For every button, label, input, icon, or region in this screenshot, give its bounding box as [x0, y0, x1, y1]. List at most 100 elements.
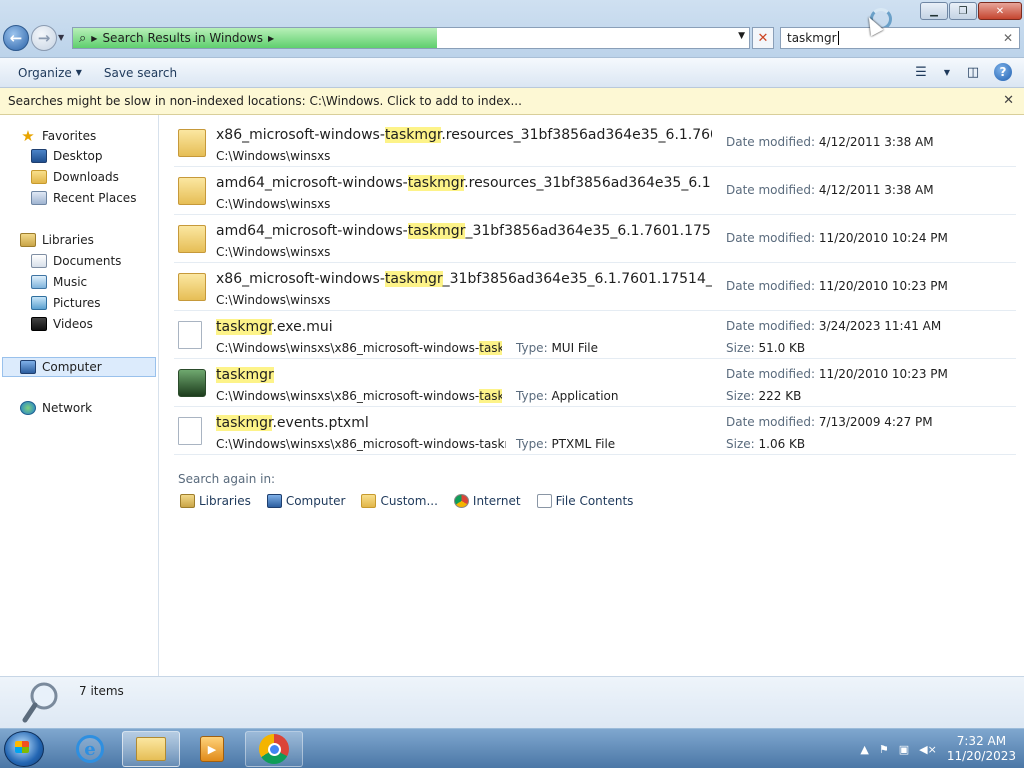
- item-name: x86_microsoft-windows-taskmgr_31bf3856ad…: [216, 271, 712, 287]
- item-date: Date modified: 11/20/2010 10:23 PM: [726, 367, 948, 381]
- save-search-button[interactable]: Save search: [96, 66, 185, 80]
- item-type: Type: Application: [516, 389, 619, 403]
- taskbar: e ▶ ▲ ⚑ ▣ ◀× 7:32 AM 11/20/2023: [0, 728, 1024, 768]
- search-again-options: Libraries Computer Custom... Internet Fi…: [180, 494, 633, 508]
- clock-date: 11/20/2023: [946, 749, 1016, 763]
- network-status-icon[interactable]: ▣: [899, 743, 909, 756]
- action-center-flag-icon[interactable]: ⚑: [879, 743, 889, 756]
- text-cursor: [837, 31, 839, 45]
- command-bar: Organize ▼ Save search ☰ ▼ ◫ ?: [0, 58, 1024, 88]
- item-path: C:\Windows\winsxs: [216, 149, 331, 163]
- change-view-icon[interactable]: ☰: [910, 62, 932, 82]
- search-again-file-contents[interactable]: File Contents: [536, 494, 633, 508]
- list-item[interactable]: amd64_microsoft-windows-taskmgr.resource…: [174, 167, 1016, 215]
- list-item[interactable]: amd64_microsoft-windows-taskmgr_31bf3856…: [174, 215, 1016, 263]
- list-item[interactable]: x86_microsoft-windows-taskmgr_31bf3856ad…: [174, 263, 1016, 311]
- taskbar-internet-explorer[interactable]: e: [61, 731, 119, 767]
- nav-videos[interactable]: Videos: [31, 317, 93, 331]
- nav-label: Downloads: [53, 170, 119, 184]
- nav-desktop[interactable]: Desktop: [31, 149, 103, 163]
- breadcrumb-chevron-icon[interactable]: ▶: [268, 34, 274, 43]
- stop-search-button[interactable]: ✕: [752, 27, 774, 49]
- list-item[interactable]: taskmgr.events.ptxml C:\Windows\winsxs\x…: [174, 407, 1016, 455]
- nav-documents[interactable]: Documents: [31, 254, 121, 268]
- search-again-libraries[interactable]: Libraries: [180, 494, 251, 508]
- file-icon: [178, 417, 202, 445]
- nav-network[interactable]: Network: [20, 401, 92, 415]
- address-bar[interactable]: ⌕ ▶ Search Results in Windows ▶ ▼: [72, 27, 750, 49]
- videos-icon: [31, 317, 47, 331]
- item-name: taskmgr.exe.mui: [216, 319, 333, 335]
- item-date: Date modified: 11/20/2010 10:24 PM: [726, 231, 948, 245]
- organize-button[interactable]: Organize ▼: [10, 66, 90, 80]
- clear-search-icon[interactable]: ✕: [1003, 31, 1013, 45]
- media-player-icon: ▶: [200, 736, 224, 762]
- preview-pane-icon[interactable]: ◫: [962, 62, 984, 82]
- nav-label: Network: [42, 401, 93, 415]
- close-info-bar-icon[interactable]: ✕: [1003, 93, 1014, 108]
- search-input-value: taskmgr: [787, 31, 837, 45]
- index-info-bar[interactable]: Searches might be slow in non-indexed lo…: [0, 88, 1024, 115]
- nav-music[interactable]: Music: [31, 275, 87, 289]
- recent-pages-dropdown[interactable]: ▼: [58, 33, 64, 42]
- search-again-computer[interactable]: Computer: [266, 494, 345, 508]
- list-item[interactable]: taskmgr C:\Windows\winsxs\x86_microsoft-…: [174, 359, 1016, 407]
- forward-button[interactable]: →: [31, 25, 57, 51]
- volume-icon[interactable]: ◀×: [919, 743, 937, 756]
- info-bar-message: Searches might be slow in non-indexed lo…: [8, 94, 522, 108]
- search-again-custom[interactable]: Custom...: [361, 494, 438, 508]
- item-path: C:\Windows\winsxs: [216, 245, 331, 259]
- documents-icon: [31, 254, 47, 268]
- nav-label: Desktop: [53, 149, 103, 163]
- organize-label: Organize: [18, 65, 72, 80]
- computer-icon: [20, 360, 36, 374]
- folder-icon: [178, 129, 206, 157]
- nav-libraries[interactable]: Libraries: [20, 233, 94, 247]
- nav-label: Computer: [42, 360, 102, 374]
- list-item[interactable]: x86_microsoft-windows-taskmgr.resources_…: [174, 119, 1016, 167]
- nav-favorites[interactable]: ★ Favorites: [20, 128, 96, 144]
- search-input[interactable]: taskmgr ✕: [780, 27, 1020, 49]
- view-options-chevron-icon[interactable]: ▼: [942, 62, 952, 82]
- taskbar-chrome[interactable]: [245, 731, 303, 767]
- breadcrumb-search-results[interactable]: Search Results in Windows: [102, 31, 263, 45]
- minimize-button[interactable]: ▁: [920, 2, 948, 20]
- nav-label: Pictures: [53, 296, 101, 310]
- navigation-pane: ★ Favorites Desktop Downloads Recent Pla…: [0, 115, 159, 676]
- item-size: Size: 222 KB: [726, 389, 802, 403]
- maximize-button[interactable]: ❐: [949, 2, 977, 20]
- breadcrumb-separator-icon[interactable]: ▶: [91, 34, 97, 43]
- search-again-internet[interactable]: Internet: [453, 494, 521, 508]
- downloads-folder-icon: [31, 170, 47, 184]
- chrome-icon: [259, 734, 289, 764]
- item-path: C:\Windows\winsxs\x86_microsoft-windows-…: [216, 389, 502, 403]
- item-name: taskmgr.events.ptxml: [216, 415, 369, 431]
- nav-computer[interactable]: Computer: [2, 357, 156, 377]
- file-contents-icon: [536, 494, 552, 508]
- search-again-label: Search again in:: [178, 472, 276, 486]
- back-button[interactable]: ←: [3, 25, 29, 51]
- nav-label: Music: [53, 275, 88, 289]
- taskbar-media-player[interactable]: ▶: [183, 731, 241, 767]
- taskbar-windows-explorer[interactable]: [122, 731, 180, 767]
- search-results-list: x86_microsoft-windows-taskmgr.resources_…: [160, 115, 1024, 676]
- details-pane: 7 items: [0, 676, 1024, 728]
- show-hidden-icons-icon[interactable]: ▲: [860, 743, 868, 756]
- list-item[interactable]: taskmgr.exe.mui C:\Windows\winsxs\x86_mi…: [174, 311, 1016, 359]
- item-type: Type: MUI File: [516, 341, 599, 355]
- nav-downloads[interactable]: Downloads: [31, 170, 119, 184]
- clock[interactable]: 7:32 AM 11/20/2023: [947, 734, 1016, 764]
- nav-pictures[interactable]: Pictures: [31, 296, 101, 310]
- close-button[interactable]: ✕: [978, 2, 1022, 20]
- chevron-down-icon: ▼: [75, 68, 82, 77]
- help-icon[interactable]: ?: [994, 63, 1012, 81]
- nav-recent-places[interactable]: Recent Places: [31, 191, 136, 205]
- item-date: Date modified: 11/20/2010 10:23 PM: [726, 279, 948, 293]
- option-label: Custom...: [380, 494, 438, 508]
- item-size: Size: 51.0 KB: [726, 341, 806, 355]
- address-dropdown-icon[interactable]: ▼: [738, 31, 745, 41]
- item-path: C:\Windows\winsxs: [216, 197, 331, 211]
- system-tray: ▲ ⚑ ▣ ◀× 7:32 AM 11/20/2023: [860, 729, 1016, 768]
- custom-folder-icon: [361, 494, 377, 508]
- item-path: C:\Windows\winsxs: [216, 293, 331, 307]
